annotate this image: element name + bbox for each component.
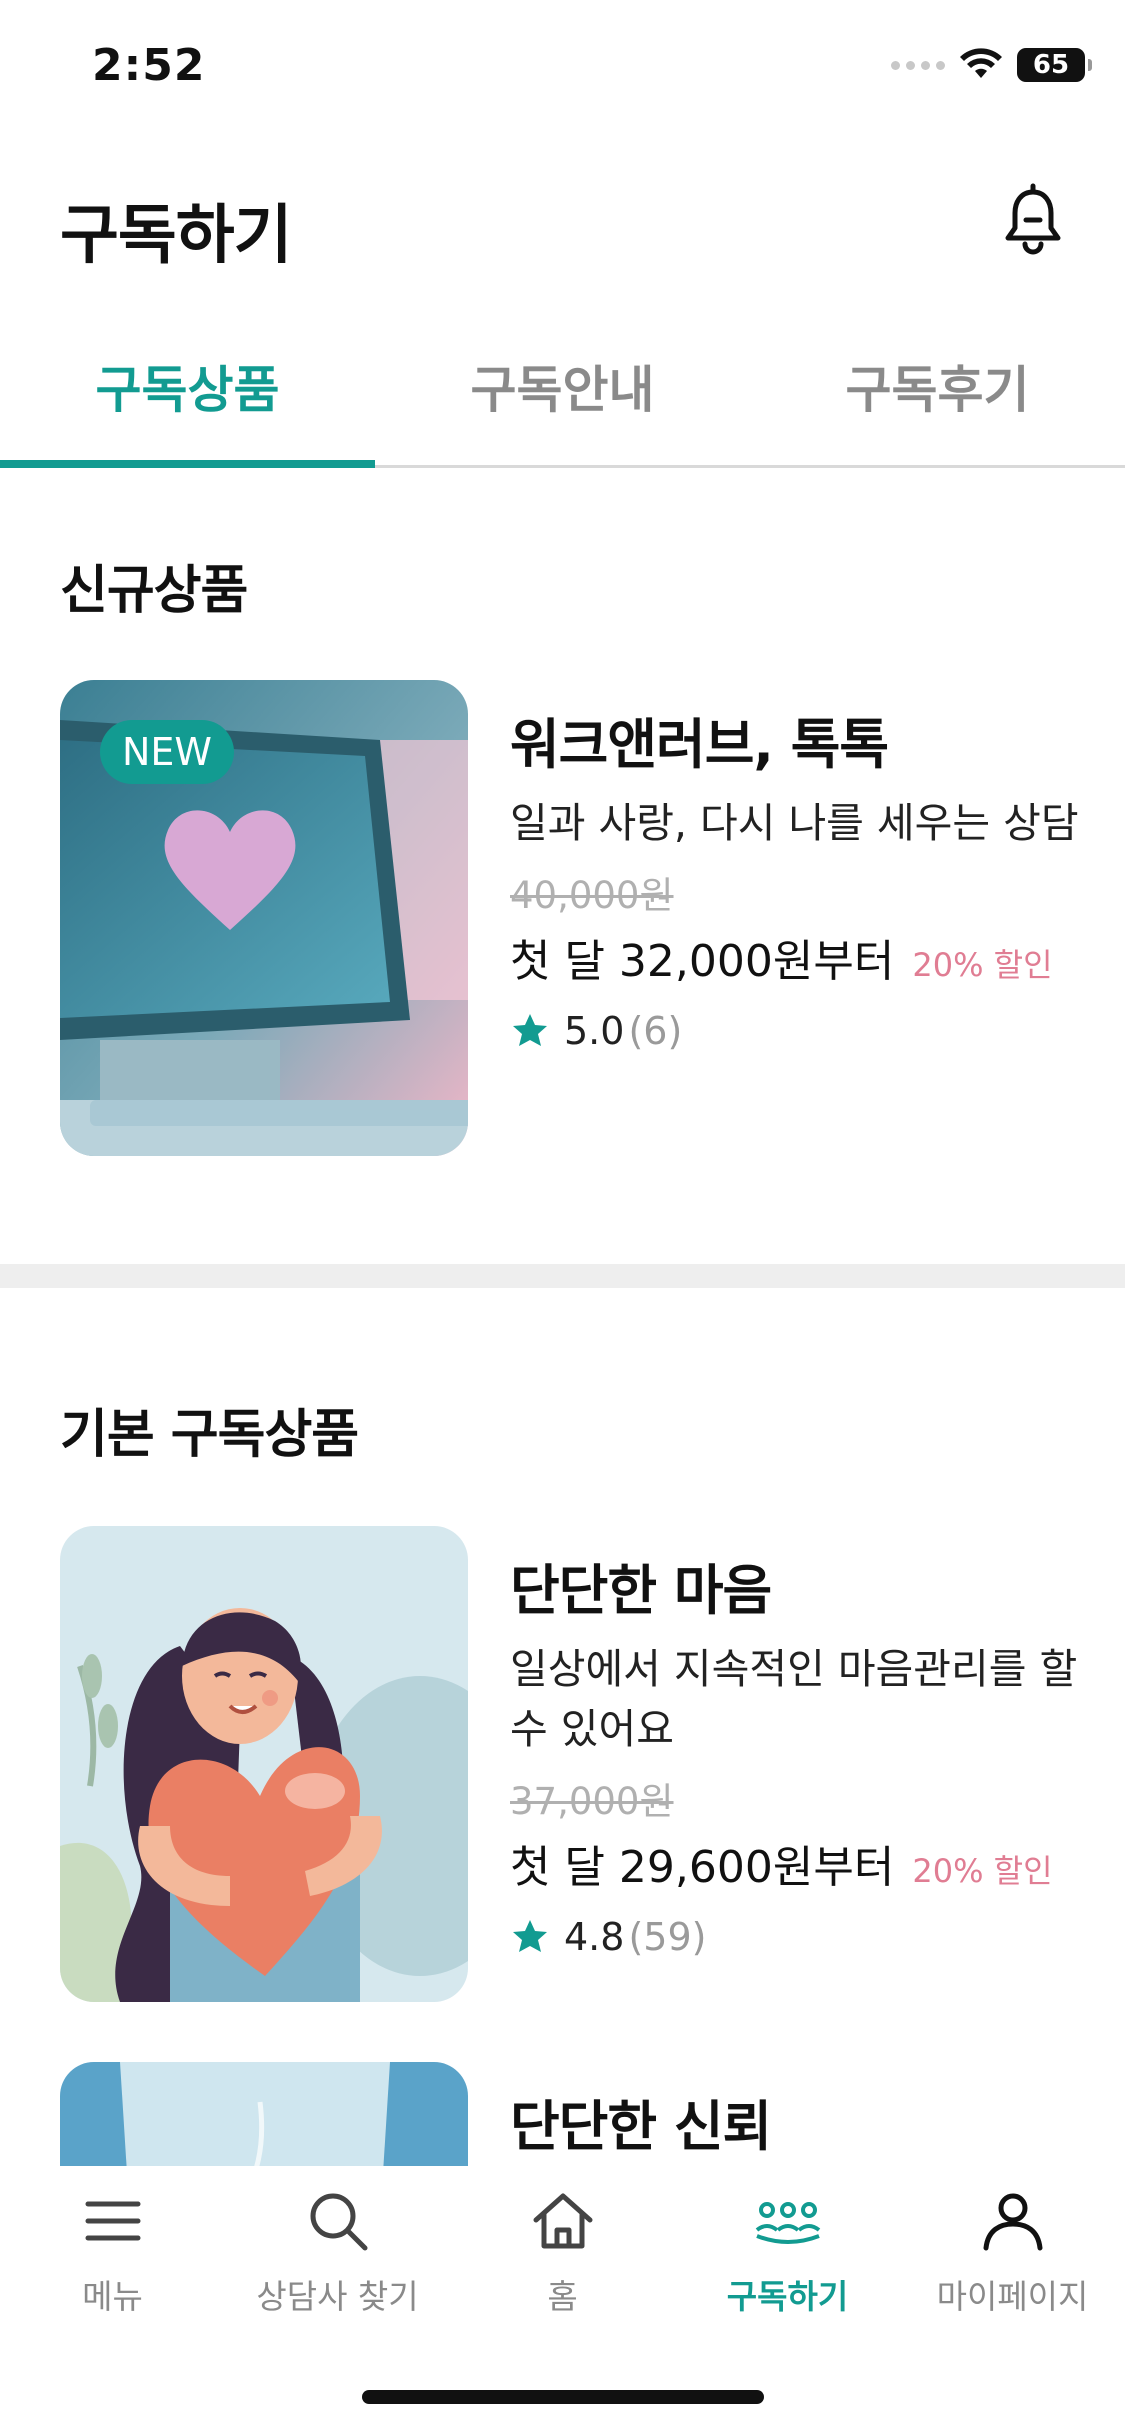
- nav-label-find-counselor: 상담사 찾기: [256, 2277, 419, 2316]
- status-bar: 2:52 65: [0, 0, 1125, 140]
- subscribe-people-icon: [755, 2202, 820, 2244]
- product-title: 단단한 신뢰: [510, 2095, 772, 2158]
- cellular-signal-icon: [891, 60, 945, 70]
- status-time: 2:52: [92, 40, 206, 91]
- price-row: 첫 달 29,600원부터 20% 할인: [510, 1831, 1110, 1895]
- product-info: 단단한 마음 일상에서 지속적인 마음관리를 할 수 있어요 37,000원 첫…: [510, 1546, 1110, 1959]
- product-description: 일과 사랑, 다시 나를 세우는 상담: [510, 799, 1079, 847]
- menu-icon: [85, 2201, 140, 2241]
- tab-subscription-products[interactable]: 구독상품: [0, 330, 375, 468]
- nav-item-find-counselor[interactable]: 상담사 찾기: [225, 2166, 450, 2336]
- original-price: 40,000원: [510, 874, 674, 917]
- tab-subscription-reviews[interactable]: 구독후기: [750, 330, 1125, 465]
- review-count: (6): [628, 1009, 683, 1053]
- app-header: 구독하기: [0, 160, 1125, 290]
- product-title: 단단한 마음: [510, 1559, 772, 1622]
- nav-label-mypage: 마이페이지: [936, 2277, 1089, 2316]
- rating-row: 4.8 (59): [510, 1915, 1110, 1959]
- discounted-price: 첫 달 29,600원부터: [510, 1842, 895, 1893]
- notification-bell-icon[interactable]: [993, 180, 1073, 260]
- subscription-tabs: 구독상품 구독안내 구독후기: [0, 330, 1125, 468]
- star-icon: [513, 1014, 547, 1046]
- section-title-basic: 기본 구독상품: [60, 1405, 359, 1465]
- review-count: (59): [628, 1915, 707, 1959]
- status-indicators: 65: [891, 48, 1092, 82]
- search-icon: [310, 2193, 367, 2251]
- product-image-woman-hugging-heart: [60, 1526, 468, 2002]
- rating-value: 4.8: [564, 1915, 625, 1959]
- rating-value: 5.0: [564, 1009, 625, 1053]
- home-icon: [533, 2193, 592, 2249]
- nav-label-home: 홈: [547, 2277, 578, 2316]
- section-title-new: 신규상품: [60, 561, 248, 621]
- battery-icon: 65: [1017, 48, 1092, 82]
- section-divider: [0, 1264, 1125, 1288]
- original-price: 37,000원: [510, 1780, 674, 1823]
- nav-item-subscribe[interactable]: 구독하기: [675, 2166, 900, 2336]
- product-description: 일상에서 지속적인 마음관리를 할 수 있어요: [510, 1645, 1078, 1753]
- price-row: 첫 달 32,000원부터 20% 할인: [510, 925, 1110, 989]
- product-info: 워크앤러브, 톡톡 일과 사랑, 다시 나를 세우는 상담 40,000원 첫 …: [510, 700, 1110, 1053]
- rating-row: 5.0 (6): [510, 1009, 1110, 1053]
- product-card-worknlove[interactable]: NEW 워크앤러브, 톡톡 일과 사랑, 다시 나를 세우는 상담 40,000…: [60, 680, 1079, 1156]
- nav-item-mypage[interactable]: 마이페이지: [900, 2166, 1125, 2336]
- tab-subscription-guide[interactable]: 구독안내: [375, 330, 750, 465]
- nav-label-subscribe: 구독하기: [726, 2277, 849, 2316]
- nav-item-home[interactable]: 홈: [450, 2166, 675, 2336]
- wifi-icon: [960, 48, 1002, 78]
- nav-item-menu[interactable]: 메뉴: [0, 2166, 225, 2336]
- nav-label-menu: 메뉴: [82, 2277, 143, 2316]
- page-title: 구독하기: [60, 199, 293, 273]
- discounted-price: 첫 달 32,000원부터: [510, 936, 895, 987]
- discount-label: 20% 할인: [912, 946, 1053, 984]
- person-icon: [983, 2193, 1042, 2251]
- star-icon: [513, 1920, 547, 1952]
- product-image-computer-heart: NEW: [60, 680, 468, 1156]
- product-image-trust: [60, 2062, 468, 2166]
- product-info: 단단한 신뢰: [510, 2082, 1070, 2166]
- product-card-strong-trust[interactable]: 단단한 신뢰: [60, 2062, 1070, 2166]
- new-badge: NEW: [100, 720, 235, 784]
- product-card-strong-mind[interactable]: 단단한 마음 일상에서 지속적인 마음관리를 할 수 있어요 37,000원 첫…: [60, 1526, 1077, 2002]
- discount-label: 20% 할인: [912, 1852, 1053, 1890]
- home-indicator[interactable]: [362, 2390, 764, 2404]
- product-title: 워크앤러브, 톡톡: [510, 713, 889, 776]
